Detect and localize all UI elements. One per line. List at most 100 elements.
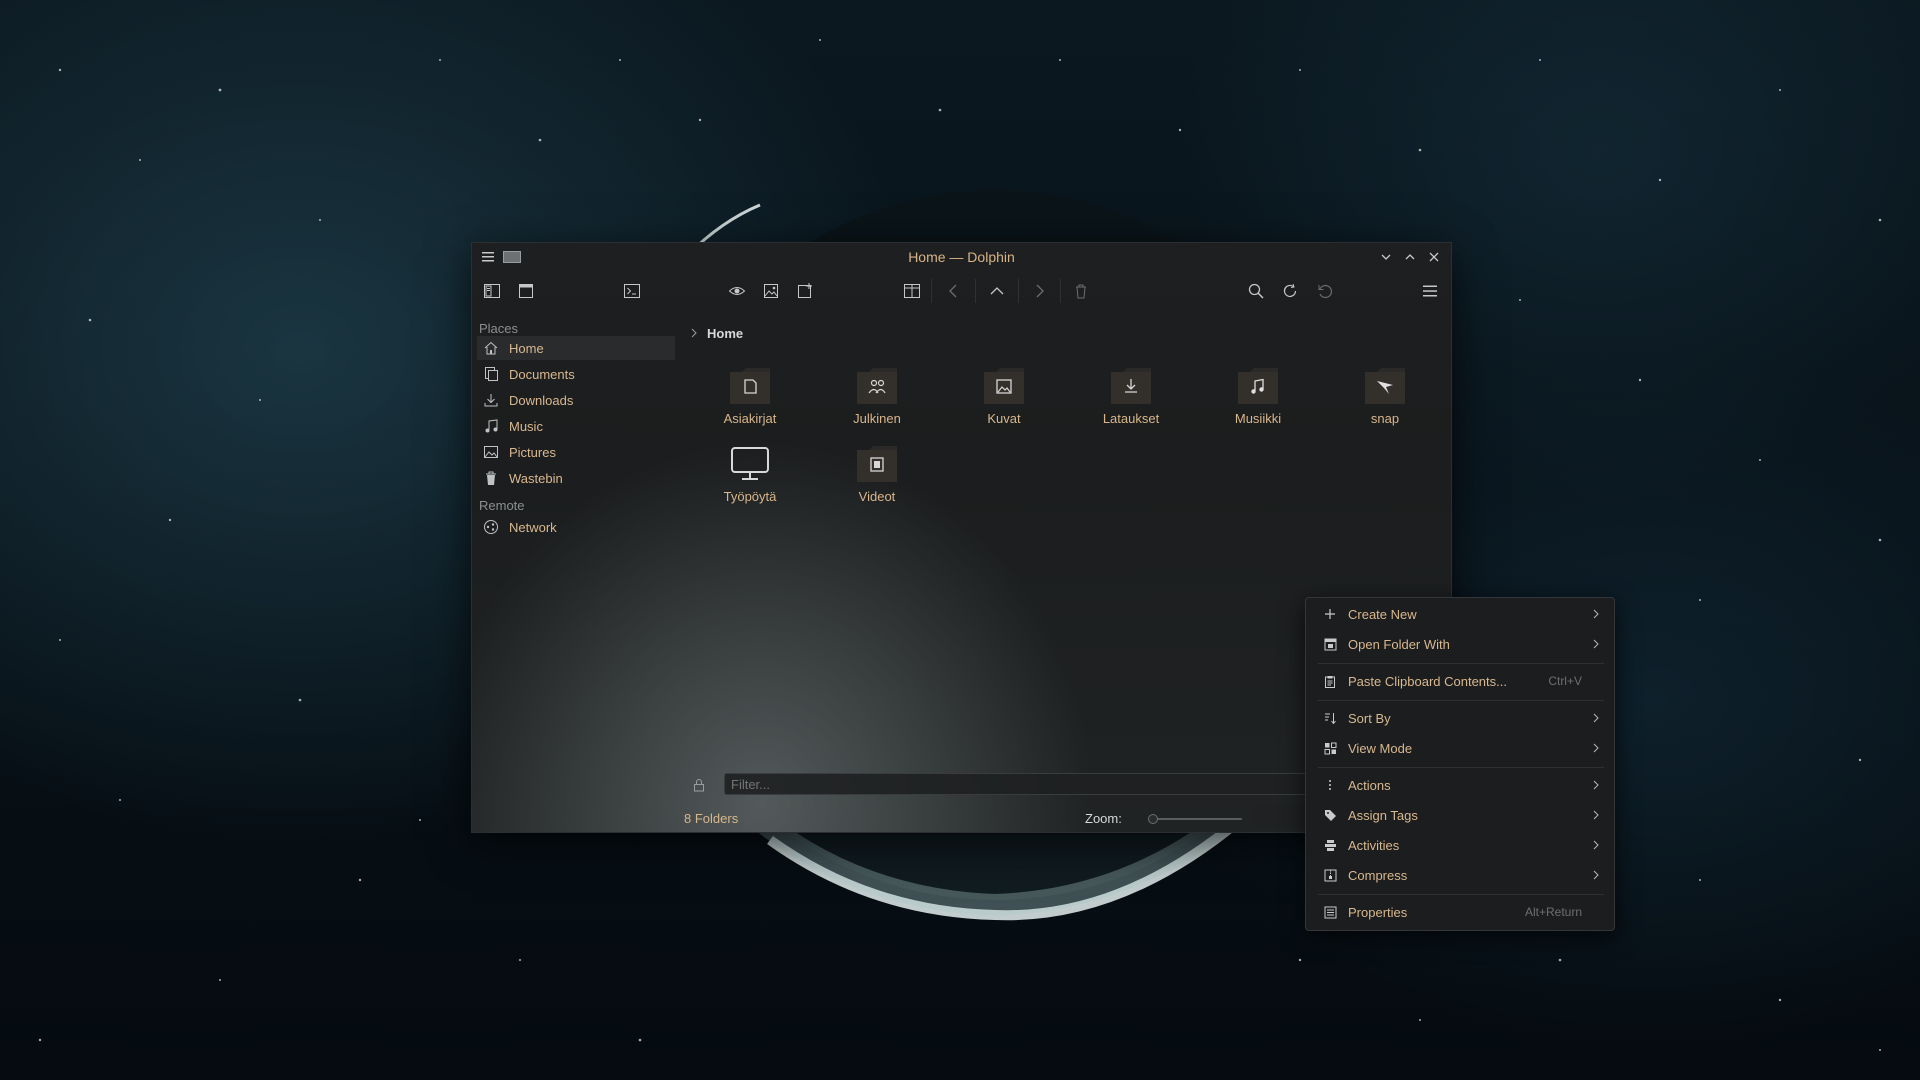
chevron-right-icon [1590, 711, 1602, 725]
sidebar-item-music[interactable]: Music [477, 414, 675, 438]
public-folder-icon [857, 368, 897, 404]
music-folder-icon [1238, 368, 1278, 404]
sidebar-item-label: Music [509, 418, 543, 434]
folder-item[interactable]: Videot [822, 444, 932, 514]
menu-item-create-new[interactable]: Create New [1310, 600, 1610, 628]
undo-icon[interactable] [1312, 279, 1336, 303]
folder-item[interactable]: Julkinen [822, 366, 932, 436]
menu-item-label: Activities [1348, 837, 1400, 853]
split-view-icon[interactable] [900, 279, 924, 303]
reload-icon[interactable] [1278, 279, 1302, 303]
status-summary: 8 Folders [684, 811, 739, 826]
menu-item-paste[interactable]: Paste Clipboard Contents... Ctrl+V [1310, 667, 1610, 695]
folder-label: Työpöytä [723, 489, 777, 504]
sort-icon [1322, 710, 1338, 726]
menu-item-label: Open Folder With [1348, 636, 1450, 652]
menu-item-shortcut: Alt+Return [1524, 905, 1582, 919]
preview-eye-icon[interactable] [725, 279, 749, 303]
menu-item-assign-tags[interactable]: Assign Tags [1310, 801, 1610, 829]
breadcrumb-current[interactable]: Home [707, 326, 743, 341]
lock-icon[interactable] [690, 776, 708, 794]
folder-item[interactable]: snap [1330, 366, 1440, 436]
sidebar-item-home[interactable]: Home [477, 336, 675, 360]
music-icon [482, 417, 500, 435]
trash-icon [482, 469, 500, 487]
window-title: Home — Dolphin [908, 249, 1015, 265]
folder-item[interactable]: Lataukset [1076, 366, 1186, 436]
maximize-icon[interactable] [1400, 247, 1420, 267]
menu-item-actions[interactable]: Actions [1310, 771, 1610, 799]
download-icon [482, 391, 500, 409]
pictures-folder-icon [984, 368, 1024, 404]
titlebar[interactable]: Home — Dolphin [472, 243, 1451, 271]
chevron-right-icon[interactable] [685, 328, 703, 338]
folder-label: snap [1370, 411, 1400, 426]
open-with-icon [1322, 636, 1338, 652]
chevron-right-icon [1590, 741, 1602, 755]
menu-item-open-folder-with[interactable]: Open Folder With [1310, 630, 1610, 658]
show-panels-icon[interactable] [480, 279, 504, 303]
menu-separator [1318, 894, 1604, 895]
new-window-icon[interactable] [514, 279, 538, 303]
sidebar-item-network[interactable]: Network [477, 515, 675, 539]
breadcrumb[interactable]: Home [685, 323, 743, 343]
menu-item-label: Paste Clipboard Contents... [1348, 673, 1507, 689]
image-preview-icon[interactable] [759, 279, 783, 303]
up-icon[interactable] [985, 279, 1009, 303]
back-icon[interactable] [942, 279, 966, 303]
search-icon[interactable] [1244, 279, 1268, 303]
places-panel: Places Home Documents Downloads Music Pi… [472, 311, 677, 832]
toolbar [472, 271, 1451, 311]
folder-item[interactable]: Musiikki [1203, 366, 1313, 436]
chevron-right-icon [1590, 637, 1602, 651]
delete-icon[interactable] [1069, 279, 1093, 303]
sidebar-item-label: Network [509, 519, 557, 535]
videos-folder-icon [857, 446, 897, 482]
menu-item-sort-by[interactable]: Sort By [1310, 704, 1610, 732]
menu-item-label: Sort By [1348, 710, 1391, 726]
clipboard-icon [1322, 673, 1338, 689]
menu-item-compress[interactable]: Compress [1310, 861, 1610, 889]
menu-item-properties[interactable]: Properties Alt+Return [1310, 898, 1610, 926]
context-menu: Create New Open Folder With Paste Clipbo… [1305, 597, 1615, 931]
folder-item[interactable]: Asiakirjat [695, 366, 805, 436]
close-icon[interactable] [1424, 247, 1444, 267]
sidebar-item-wastebin[interactable]: Wastebin [477, 466, 675, 490]
menu-separator [1318, 663, 1604, 664]
sidebar-item-pictures[interactable]: Pictures [477, 440, 675, 464]
remote-heading: Remote [479, 498, 525, 513]
menu-item-label: Properties [1348, 904, 1408, 920]
menu-item-view-mode[interactable]: View Mode [1310, 734, 1610, 762]
compress-icon [1322, 867, 1338, 883]
view-mode-icon [1322, 740, 1338, 756]
network-icon [482, 518, 500, 536]
folder-label: Kuvat [987, 411, 1021, 426]
menu-item-label: Actions [1348, 777, 1391, 793]
downloads-folder-icon [1111, 368, 1151, 404]
terminal-icon[interactable] [620, 279, 644, 303]
hamburger-menu-icon[interactable] [1418, 279, 1442, 303]
menu-item-shortcut: Ctrl+V [1548, 674, 1582, 688]
documents-icon [482, 365, 500, 383]
toolbar-separator [975, 279, 976, 303]
folder-item[interactable]: Työpöytä [695, 444, 805, 514]
sidebar-item-label: Home [509, 340, 544, 356]
menu-separator [1318, 700, 1604, 701]
zoom-slider-handle[interactable] [1148, 814, 1158, 824]
minimize-icon[interactable] [1376, 247, 1396, 267]
desktop-icon [731, 447, 769, 480]
sidebar-item-downloads[interactable]: Downloads [477, 388, 675, 412]
folder-item[interactable]: Kuvat [949, 366, 1059, 436]
more-vertical-icon [1322, 777, 1338, 793]
chevron-right-icon [1590, 778, 1602, 792]
zoom-slider-track[interactable] [1152, 818, 1242, 820]
plus-icon [1322, 606, 1338, 622]
menu-separator [1318, 767, 1604, 768]
forward-icon[interactable] [1027, 279, 1051, 303]
sidebar-item-documents[interactable]: Documents [477, 362, 675, 386]
new-tab-icon[interactable] [793, 279, 817, 303]
pictures-icon [482, 443, 500, 461]
snap-folder-icon [1365, 368, 1405, 404]
toolbar-separator [1060, 279, 1061, 303]
menu-item-activities[interactable]: Activities [1310, 831, 1610, 859]
